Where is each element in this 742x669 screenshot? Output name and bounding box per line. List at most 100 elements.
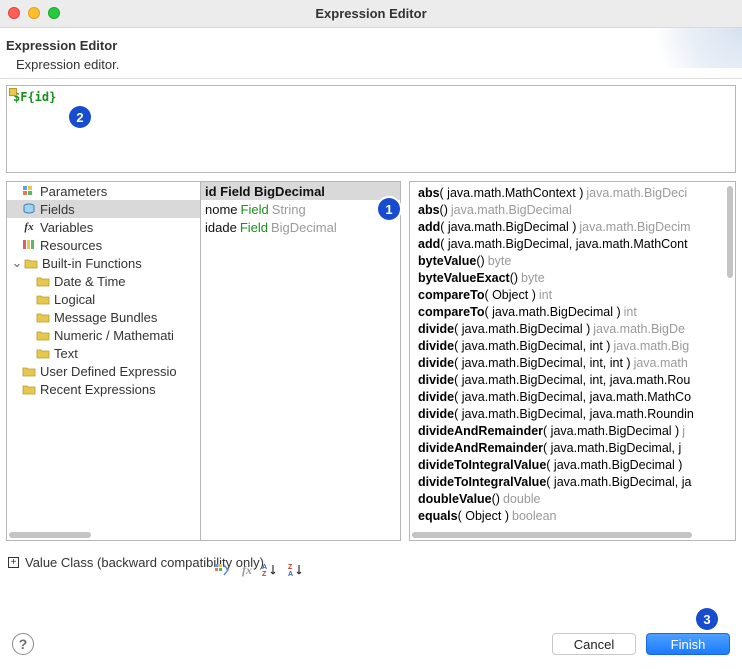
filter-parameters-icon[interactable] xyxy=(214,563,232,577)
field-type: BigDecimal xyxy=(271,220,337,235)
method-signature: ( Object ) xyxy=(458,509,509,523)
svg-text:Z: Z xyxy=(262,571,267,577)
method-signature: ( java.math.BigDecimal ) xyxy=(440,220,576,234)
method-row[interactable]: divide( java.math.BigDecimal, java.math.… xyxy=(414,388,725,405)
category-tree[interactable]: Parameters Fields fx Variables Resources… xyxy=(6,181,201,541)
tree-item-user-defined[interactable]: User Defined Expressio xyxy=(7,362,200,380)
method-row[interactable]: divide( java.math.BigDecimal, int, java.… xyxy=(414,371,725,388)
method-signature: ( java.math.BigDecimal ) xyxy=(546,458,682,472)
disclosure-triangle-icon[interactable]: ⌄ xyxy=(11,255,23,271)
callout-badge-2: 2 xyxy=(69,106,91,128)
field-row[interactable]: nomeFieldString xyxy=(201,200,400,218)
method-return: j xyxy=(682,424,685,438)
method-row[interactable]: divide( java.math.BigDecimal, int, int )… xyxy=(414,354,725,371)
method-signature: ( java.math.BigDecimal ) xyxy=(484,305,620,319)
field-name: idade xyxy=(205,220,237,235)
field-row[interactable]: id Field BigDecimal xyxy=(201,182,400,200)
field-keyword: Field xyxy=(241,202,269,217)
sort-descending-icon[interactable]: ZA xyxy=(288,563,304,577)
parameters-icon xyxy=(21,184,37,198)
method-row[interactable]: equals( Object )boolean xyxy=(414,507,725,524)
method-row[interactable]: add( java.math.BigDecimal, java.math.Mat… xyxy=(414,235,725,252)
tree-item-resources[interactable]: Resources xyxy=(7,236,200,254)
method-name: abs xyxy=(418,203,440,217)
method-row[interactable]: add( java.math.BigDecimal )java.math.Big… xyxy=(414,218,725,235)
callout-badge-1: 1 xyxy=(378,198,400,220)
method-row[interactable]: divide( java.math.BigDecimal )java.math.… xyxy=(414,320,725,337)
dialog-footer: ? Cancel Finish xyxy=(0,619,742,669)
method-signature: ( java.math.BigDecimal, java.math.MathCo xyxy=(454,390,691,404)
tree-item-text[interactable]: Text xyxy=(7,344,200,362)
folder-icon xyxy=(21,382,37,396)
method-row[interactable]: compareTo( java.math.BigDecimal )int xyxy=(414,303,725,320)
header-title: Expression Editor xyxy=(6,38,728,53)
method-row[interactable]: divideAndRemainder( java.math.BigDecimal… xyxy=(414,422,725,439)
method-row[interactable]: byteValueExact()byte xyxy=(414,269,725,286)
zoom-window-button[interactable] xyxy=(48,7,60,19)
methods-list[interactable]: abs( java.math.MathContext )java.math.Bi… xyxy=(409,181,736,541)
method-row[interactable]: divideToIntegralValue( java.math.BigDeci… xyxy=(414,473,725,490)
expand-icon[interactable]: + xyxy=(8,557,19,568)
tree-item-recent[interactable]: Recent Expressions xyxy=(7,380,200,398)
vertical-scrollbar[interactable] xyxy=(727,186,733,278)
filter-variables-icon[interactable]: fx xyxy=(242,563,252,578)
method-name: abs xyxy=(418,186,440,200)
finish-button[interactable]: Finish xyxy=(646,633,730,655)
minimize-window-button[interactable] xyxy=(28,7,40,19)
dialog-header: Expression Editor Expression editor. xyxy=(0,28,742,79)
method-row[interactable]: abs()java.math.BigDecimal xyxy=(414,201,725,218)
tree-item-logical[interactable]: Logical xyxy=(7,290,200,308)
method-return: java.math.Big xyxy=(613,339,689,353)
expression-textarea[interactable]: $F{id} xyxy=(6,85,736,173)
method-return: java.math.BigDe xyxy=(593,322,685,336)
method-signature: ( java.math.BigDecimal, int ) xyxy=(454,339,610,353)
method-signature: ( java.math.BigDecimal, java.math.MathCo… xyxy=(440,237,687,251)
window-controls xyxy=(8,7,60,19)
horizontal-scrollbar[interactable] xyxy=(9,532,91,538)
header-subtitle: Expression editor. xyxy=(6,53,728,72)
help-button[interactable]: ? xyxy=(12,633,34,655)
folder-icon xyxy=(21,364,37,378)
method-row[interactable]: divideToIntegralValue( java.math.BigDeci… xyxy=(414,456,725,473)
method-row[interactable]: compareTo( Object )int xyxy=(414,286,725,303)
resources-icon xyxy=(21,238,37,252)
method-signature: ( java.math.BigDecimal, int, int ) xyxy=(454,356,630,370)
method-name: divide xyxy=(418,339,454,353)
method-signature: ( java.math.BigDecimal, j xyxy=(543,441,681,455)
tree-item-message-bundles[interactable]: Message Bundles xyxy=(7,308,200,326)
method-signature: ( java.math.BigDecimal ) xyxy=(454,322,590,336)
method-name: add xyxy=(418,237,440,251)
method-row[interactable]: doubleValue()double xyxy=(414,490,725,507)
fields-list[interactable]: id Field BigDecimalnomeFieldStringidadeF… xyxy=(201,181,401,541)
method-name: compareTo xyxy=(418,288,484,302)
method-row[interactable]: abs( java.math.MathContext )java.math.Bi… xyxy=(414,184,725,201)
tree-item-parameters[interactable]: Parameters xyxy=(7,182,200,200)
sort-ascending-icon[interactable]: AZ xyxy=(262,563,278,577)
method-return: java.math xyxy=(634,356,688,370)
method-name: divideToIntegralValue xyxy=(418,475,546,489)
fields-icon xyxy=(21,202,37,216)
method-return: int xyxy=(539,288,552,302)
method-return: int xyxy=(624,305,637,319)
method-name: divide xyxy=(418,356,454,370)
method-row[interactable]: divide( java.math.BigDecimal, java.math.… xyxy=(414,405,725,422)
field-row[interactable]: idadeFieldBigDecimal xyxy=(201,218,400,236)
method-name: divide xyxy=(418,373,454,387)
tree-item-numeric[interactable]: Numeric / Mathemati xyxy=(7,326,200,344)
sort-toolbar: fx AZ ZA xyxy=(214,559,304,581)
method-row[interactable]: divide( java.math.BigDecimal, int )java.… xyxy=(414,337,725,354)
tree-item-fields[interactable]: Fields xyxy=(7,200,200,218)
tree-item-builtin-functions[interactable]: ⌄ Built-in Functions xyxy=(7,254,200,272)
method-row[interactable]: divideAndRemainder( java.math.BigDecimal… xyxy=(414,439,725,456)
window-title: Expression Editor xyxy=(315,6,426,21)
method-signature: ( java.math.BigDecimal, ja xyxy=(546,475,691,489)
close-window-button[interactable] xyxy=(8,7,20,19)
cancel-button[interactable]: Cancel xyxy=(552,633,636,655)
tree-item-variables[interactable]: fx Variables xyxy=(7,218,200,236)
method-row[interactable]: byteValue()byte xyxy=(414,252,725,269)
method-return: byte xyxy=(488,254,512,268)
method-name: equals xyxy=(418,509,458,523)
tree-item-datetime[interactable]: Date & Time xyxy=(7,272,200,290)
expression-text: $F{id} xyxy=(13,90,56,104)
horizontal-scrollbar[interactable] xyxy=(412,532,692,538)
